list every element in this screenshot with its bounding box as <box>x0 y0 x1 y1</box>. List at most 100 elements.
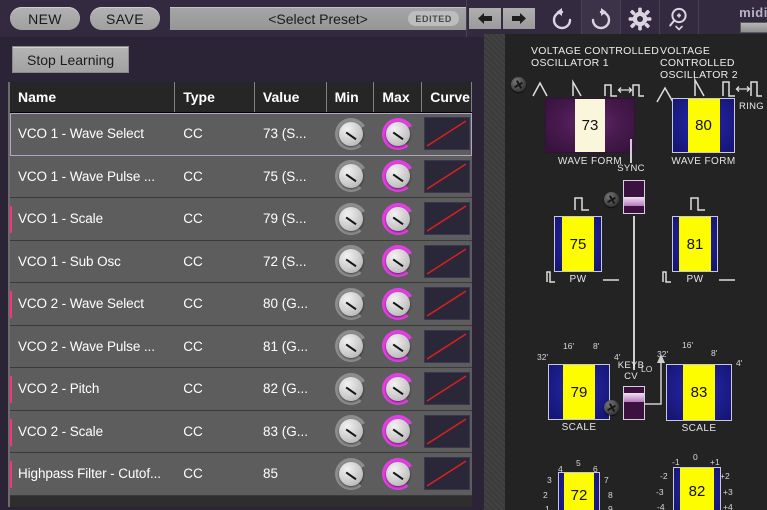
row-value: 73 (S... <box>262 126 307 142</box>
row-type: CC <box>183 168 203 184</box>
sync-switch[interactable] <box>623 180 645 214</box>
arrow-left-icon[interactable] <box>469 8 501 29</box>
row-curve-display[interactable] <box>422 198 472 241</box>
table-row[interactable]: VCO 2 - Wave Pulse ... CC 81 (G... <box>10 325 472 368</box>
vco1-title: VOLTAGE CONTROLLED OSCILLATOR 1 <box>531 45 660 69</box>
vco2-pitch-tick-0: 0 <box>693 452 698 462</box>
arrow-right-icon[interactable] <box>503 8 535 29</box>
vco1-waveform-control[interactable]: 73 WAVE FORM <box>545 98 635 167</box>
vco1-sub-tick-3: 3 <box>547 475 552 485</box>
screw-icon <box>604 192 619 207</box>
column-header-value[interactable]: Value <box>255 82 327 112</box>
row-min-knob[interactable] <box>327 325 375 368</box>
vco1-scale-value: 79 <box>563 365 595 419</box>
row-min-knob[interactable] <box>327 368 375 411</box>
vco2-scale-control[interactable]: 83 SCALE <box>666 364 732 434</box>
row-type: CC <box>183 338 203 354</box>
row-curve-display[interactable] <box>422 368 472 411</box>
row-value: 72 (S... <box>262 253 307 269</box>
gear-icon[interactable] <box>621 0 659 37</box>
toolbar-divider <box>698 0 699 37</box>
vco2-pitch-control[interactable]: 82 PITCH <box>673 467 721 510</box>
vco1-subosc-control[interactable]: 72 SUB OSC <box>558 472 600 510</box>
column-header-name[interactable]: Name <box>10 82 176 112</box>
table-row[interactable]: VCO 2 - Pitch CC 82 (G... <box>10 368 472 411</box>
row-max-knob[interactable] <box>374 240 422 283</box>
row-min-knob[interactable] <box>327 240 375 283</box>
row-name: VCO 1 - Sub Osc <box>18 253 121 269</box>
row-min-knob[interactable] <box>327 155 375 198</box>
vco2-pitch-tick-p2: +2 <box>720 471 730 481</box>
row-max-knob[interactable] <box>374 325 422 368</box>
vco2-pw-control[interactable]: 81 PW <box>672 216 718 285</box>
row-min-knob[interactable] <box>327 410 375 453</box>
table-row[interactable]: Highpass Filter - Cutof... CC 85 <box>10 453 472 496</box>
vco1-sub-tick-2: 2 <box>543 490 548 500</box>
table-row[interactable]: VCO 1 - Sub Osc CC 72 (S... <box>10 240 472 283</box>
vco1-pw-value: 75 <box>562 217 594 271</box>
row-max-knob[interactable] <box>374 198 422 241</box>
table-row[interactable]: VCO 2 - Scale CC 83 (G... <box>10 410 472 453</box>
vco1-sub-tick-9: 9 <box>608 504 613 510</box>
row-min-knob[interactable] <box>327 113 375 156</box>
zoom-icon[interactable] <box>660 0 698 37</box>
row-curve-display[interactable] <box>422 453 472 496</box>
row-max-knob[interactable] <box>374 410 422 453</box>
vco1-sub-tick-8: 8 <box>608 490 613 500</box>
vco2-scale-tick-8: 8' <box>711 348 718 358</box>
row-value: 80 (G... <box>262 296 308 312</box>
row-max-knob[interactable] <box>374 453 422 496</box>
column-header-max[interactable]: Max <box>374 82 423 112</box>
row-value: 79 (S... <box>262 211 307 227</box>
row-curve-display[interactable] <box>422 410 472 453</box>
vco2-waveform-control[interactable]: 80 WAVE FORM <box>671 98 735 167</box>
row-curve-display[interactable] <box>422 240 472 283</box>
table-row[interactable]: VCO 1 - Wave Pulse ... CC 75 (S... <box>10 155 472 198</box>
midi-activity-indicator: midi <box>734 0 767 37</box>
table-body: VCO 1 - Wave Select CC 73 (S... VCO 1 - Wav… <box>10 113 472 496</box>
toolbar-divider <box>466 0 467 37</box>
stop-learning-button[interactable]: Stop Learning <box>12 46 130 73</box>
table-row[interactable]: VCO 2 - Wave Select CC 80 (G... <box>10 283 472 326</box>
vco1-subosc-value: 72 <box>564 473 594 510</box>
column-header-min[interactable]: Min <box>327 82 375 112</box>
vco1-waveform-value: 73 <box>575 99 605 152</box>
undo-icon[interactable] <box>543 0 581 37</box>
vco1-scale-tick-8: 8' <box>593 341 600 351</box>
row-curve-display[interactable] <box>422 113 472 156</box>
row-min-knob[interactable] <box>327 453 375 496</box>
new-button[interactable]: NEW <box>10 7 80 30</box>
row-max-knob[interactable] <box>374 368 422 411</box>
row-curve-display[interactable] <box>422 155 472 198</box>
keyb-cv-switch-band <box>624 393 644 402</box>
table-row[interactable]: VCO 1 - Scale CC 79 (S... <box>10 198 472 241</box>
keyb-cv-switch[interactable] <box>623 386 645 420</box>
vco2-waveform-value: 80 <box>687 99 720 152</box>
row-curve-display[interactable] <box>422 283 472 326</box>
vco2-scale-tick-4: 4' <box>736 358 743 368</box>
redo-icon[interactable] <box>582 0 620 37</box>
row-max-knob[interactable] <box>374 155 422 198</box>
row-min-knob[interactable] <box>327 198 375 241</box>
row-type: CC <box>183 296 203 312</box>
vco1-pw-control[interactable]: 75 PW <box>554 216 602 285</box>
row-max-knob[interactable] <box>374 283 422 326</box>
save-button[interactable]: SAVE <box>90 7 160 30</box>
preset-selector[interactable]: <Select Preset> EDITED <box>170 7 466 30</box>
vco1-sub-tick-7: 7 <box>604 475 609 485</box>
row-max-knob[interactable] <box>374 113 422 156</box>
vco2-scale-value: 83 <box>683 365 715 420</box>
row-name: VCO 2 - Pitch <box>18 381 100 397</box>
screw-icon <box>511 77 526 92</box>
row-learn-marker <box>10 206 12 233</box>
row-min-knob[interactable] <box>327 283 375 326</box>
table-row[interactable]: VCO 1 - Wave Select CC 73 (S... <box>10 113 472 156</box>
midi-label: midi <box>739 4 767 20</box>
row-curve-display[interactable] <box>422 325 472 368</box>
vco2-waveform-caption: WAVE FORM <box>671 156 736 167</box>
column-header-curve[interactable]: Curve <box>422 82 472 112</box>
vco2-pitch-tick-p1: +1 <box>710 457 720 467</box>
top-toolbar: NEW SAVE <Select Preset> EDITED midi <box>0 0 767 37</box>
column-header-type[interactable]: Type <box>175 82 255 112</box>
vco1-scale-control[interactable]: 79 SCALE <box>548 364 610 433</box>
